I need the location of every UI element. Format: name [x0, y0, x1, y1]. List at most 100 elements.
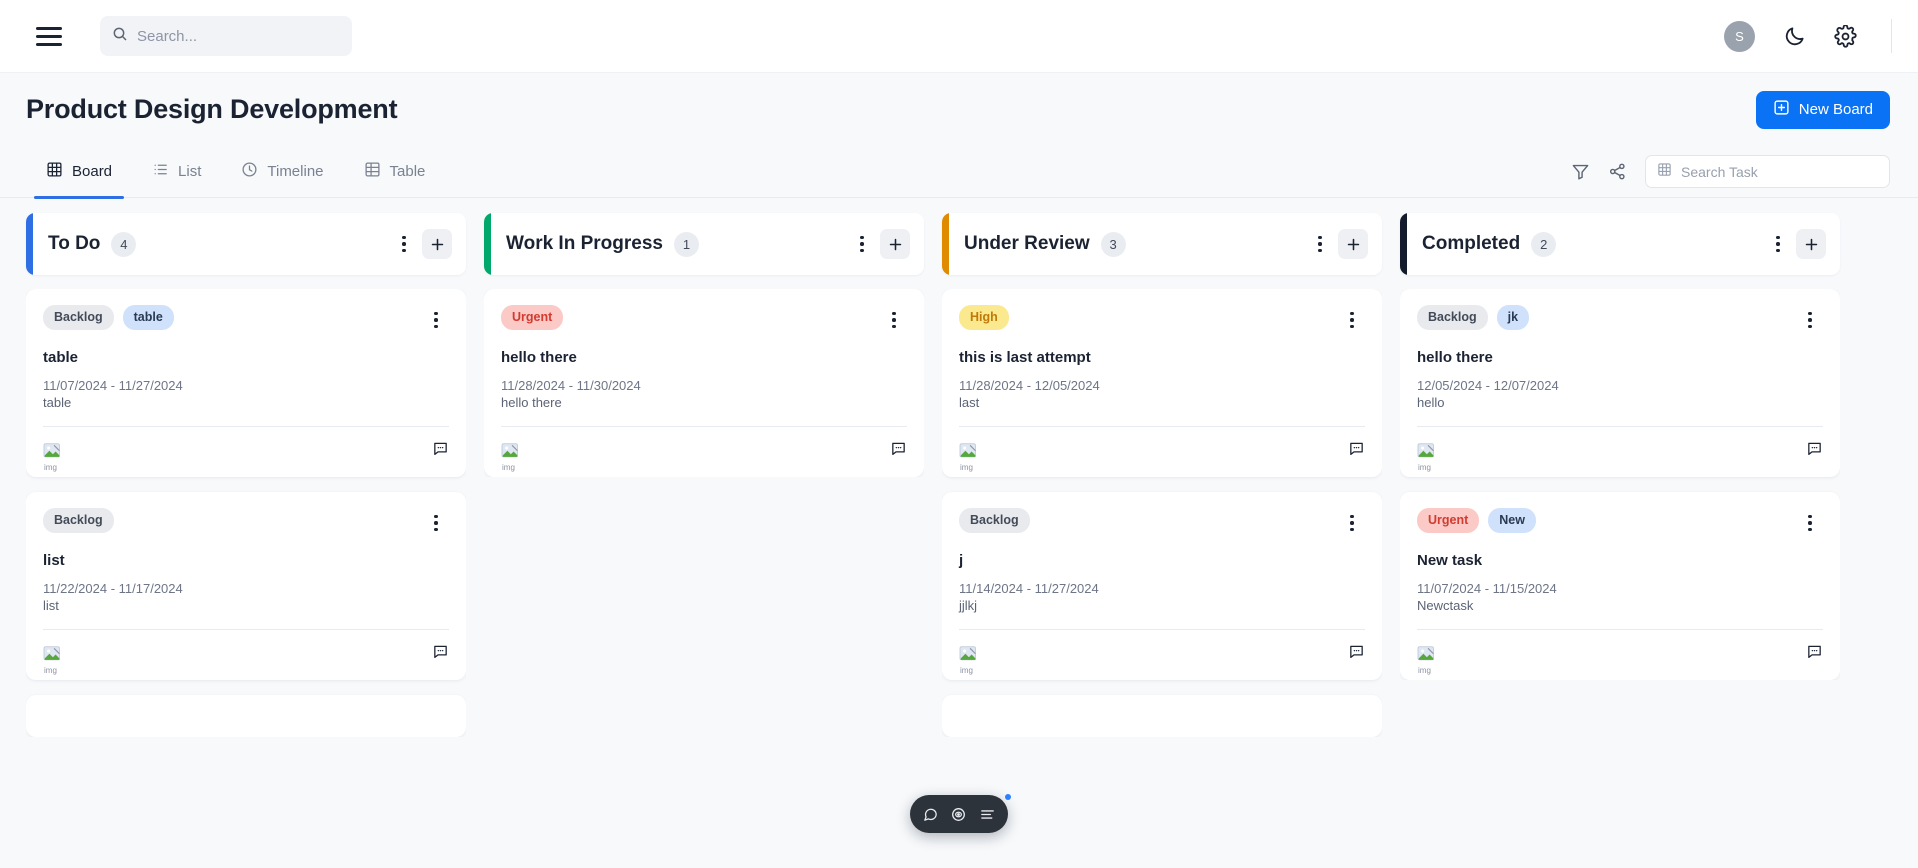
plus-square-icon: [1773, 99, 1790, 120]
search-input[interactable]: [137, 27, 340, 45]
task-card-partial[interactable]: [942, 695, 1382, 737]
task-card[interactable]: Urgent hello there 11/28/2024 - 11/30/2024…: [484, 289, 924, 477]
task-search-input[interactable]: [1681, 163, 1878, 180]
task-card[interactable]: Backlog table table 11/07/2024 - 11/27/2024…: [26, 289, 466, 477]
hamburger-menu-icon[interactable]: [32, 19, 66, 53]
filter-icon[interactable]: [1571, 162, 1590, 181]
column-header: Work In Progress 1: [484, 213, 924, 275]
tab-timeline[interactable]: Timeline: [221, 146, 343, 198]
chat-bubble-icon[interactable]: [922, 806, 939, 823]
card-divider: [959, 426, 1365, 427]
floating-toolbar: [910, 794, 1011, 833]
card-date-range: 12/05/2024 - 12/07/2024: [1417, 378, 1559, 393]
task-card-partial[interactable]: [26, 695, 466, 737]
column-menu-icon[interactable]: [849, 229, 875, 259]
avatar: img: [1417, 645, 1436, 675]
task-card[interactable]: High this is last attempt 11/28/2024 - 12/…: [942, 289, 1382, 477]
card-menu-wrap: [423, 305, 449, 335]
tab-table[interactable]: Table: [344, 146, 446, 198]
top-bar: S: [0, 0, 1918, 73]
card-tags: Urgent New: [1417, 508, 1536, 533]
column-accent-bar: [26, 213, 33, 275]
task-card[interactable]: Backlog j 11/14/2024 - 11/27/2024 jjlkj img: [942, 492, 1382, 680]
board-tools: [1571, 155, 1890, 188]
view-tabs: Board List Timeline Table: [26, 146, 446, 199]
comment-icon[interactable]: [432, 643, 449, 665]
avatar-alt-text: img: [44, 665, 57, 675]
card-divider: [43, 629, 449, 630]
task-card[interactable]: Backlog jk hello there 12/05/2024 - 12/07/2…: [1400, 289, 1840, 477]
user-avatar[interactable]: S: [1724, 20, 1755, 52]
gear-icon[interactable]: [1834, 24, 1857, 48]
card-tag: Urgent: [501, 305, 564, 330]
tab-board[interactable]: Board: [26, 146, 132, 199]
column-cards: Backlog jk hello there 12/05/2024 - 12/07/2…: [1400, 289, 1840, 680]
add-task-button[interactable]: [1338, 229, 1368, 259]
new-board-button[interactable]: New Board: [1755, 90, 1890, 129]
comment-icon[interactable]: [1348, 440, 1365, 462]
card-description: last: [959, 395, 980, 410]
global-search[interactable]: [100, 16, 352, 56]
card-title: hello there: [501, 349, 577, 366]
card-menu-icon[interactable]: [1339, 508, 1365, 538]
comment-icon[interactable]: [432, 440, 449, 462]
card-menu-wrap: [1797, 305, 1823, 335]
card-title: j: [959, 552, 964, 569]
column-count-badge: 2: [1531, 231, 1557, 257]
task-card[interactable]: Backlog list 11/22/2024 - 11/17/2024 list im…: [26, 492, 466, 680]
page-title: Product Design Development: [26, 94, 398, 124]
card-date-range: 11/07/2024 - 11/15/2024: [1417, 581, 1557, 596]
kanban-column: Completed 2 Backlog jk hello there 12/05/2024…: [1400, 213, 1840, 868]
card-menu-icon[interactable]: [1797, 508, 1823, 538]
column-actions: [1307, 229, 1368, 259]
grid-icon: [1657, 162, 1672, 182]
card-header: Backlog table: [43, 305, 449, 335]
comment-icon[interactable]: [1806, 643, 1823, 665]
add-task-button[interactable]: [1796, 229, 1826, 259]
eye-target-icon[interactable]: [950, 806, 967, 823]
view-tabs-bar: Board List Timeline Table Search Task: [0, 146, 1918, 199]
lines-list-icon[interactable]: [979, 806, 996, 823]
card-menu-icon[interactable]: [881, 305, 907, 335]
avatar-alt-text: img: [1418, 665, 1431, 675]
tab-list[interactable]: List: [132, 146, 221, 198]
kanban-column: To Do 4 Backlog table table 11/07/2024 - 11/2…: [26, 213, 466, 868]
avatar: img: [1417, 442, 1436, 472]
card-menu-icon[interactable]: [1339, 305, 1365, 335]
card-description: jjlkj: [959, 598, 978, 613]
top-bar-actions: S: [1724, 19, 1892, 53]
card-menu-icon[interactable]: [423, 305, 449, 335]
tab-list-label: List: [178, 163, 202, 180]
add-task-button[interactable]: [422, 229, 452, 259]
card-divider: [43, 426, 449, 427]
card-menu-icon[interactable]: [1797, 305, 1823, 335]
moon-icon[interactable]: [1783, 25, 1806, 48]
card-footer: img: [1417, 641, 1823, 675]
clock-icon: [241, 161, 258, 182]
card-description: table: [43, 395, 72, 410]
comment-icon[interactable]: [1348, 643, 1365, 665]
column-count-badge: 4: [111, 231, 137, 257]
column-menu-icon[interactable]: [1307, 229, 1333, 259]
comment-icon[interactable]: [1806, 440, 1823, 462]
tab-board-label: Board: [72, 163, 113, 180]
card-footer: img: [959, 438, 1365, 472]
card-tags: Backlog jk: [1417, 305, 1530, 330]
comment-icon[interactable]: [890, 440, 907, 462]
column-cards: Urgent hello there 11/28/2024 - 11/30/2024…: [484, 289, 924, 477]
kanban-column: Under Review 3 High this is last attempt 11/…: [942, 213, 1382, 868]
column-menu-icon[interactable]: [391, 229, 417, 259]
task-search[interactable]: [1645, 155, 1890, 188]
avatar: img: [43, 645, 62, 675]
card-header: Urgent New: [1417, 508, 1823, 538]
card-title: hello there: [1417, 349, 1493, 366]
task-card[interactable]: Urgent New New task 11/07/2024 - 11/15/2024…: [1400, 492, 1840, 680]
kanban-column: Work In Progress 1 Urgent hello there 11/28/…: [484, 213, 924, 868]
card-menu-icon[interactable]: [423, 508, 449, 538]
add-task-button[interactable]: [880, 229, 910, 259]
card-date-range: 11/28/2024 - 11/30/2024: [501, 378, 641, 393]
avatar-alt-text: img: [960, 462, 973, 472]
card-menu-wrap: [1339, 305, 1365, 335]
share-icon[interactable]: [1608, 162, 1627, 181]
column-menu-icon[interactable]: [1765, 229, 1791, 259]
